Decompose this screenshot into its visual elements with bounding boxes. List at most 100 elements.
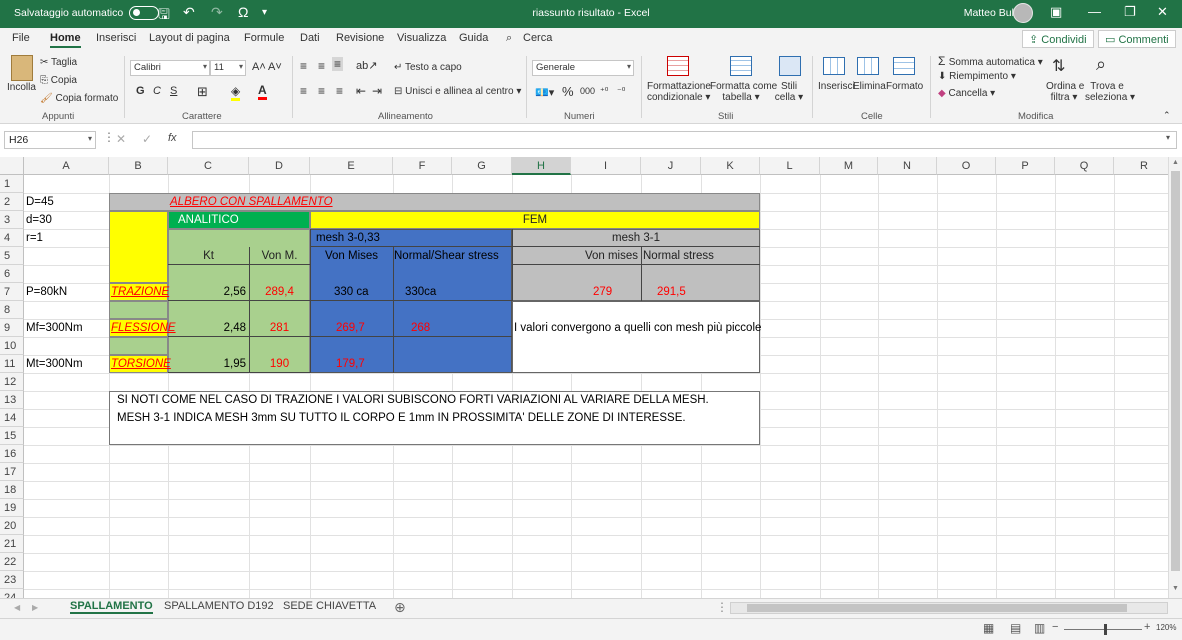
tab-file[interactable]: File <box>12 32 30 44</box>
undo-icon[interactable]: ↶ <box>183 4 195 21</box>
cell-d7[interactable]: 289,4 <box>249 283 310 301</box>
column-header-o[interactable]: O <box>937 157 996 175</box>
row-header-12[interactable]: 12 <box>0 373 24 391</box>
zoom-in-icon[interactable]: + <box>1144 621 1150 633</box>
column-header-c[interactable]: C <box>168 157 249 175</box>
decrease-indent-icon[interactable]: ⇤ <box>356 84 366 98</box>
next-sheet-icon[interactable]: ▶ <box>32 603 38 612</box>
vertical-scrollbar[interactable]: ▲ ▼ <box>1168 157 1182 598</box>
italic-button[interactable]: C <box>153 85 161 97</box>
row-header-5[interactable]: 5 <box>0 247 24 265</box>
row-header-18[interactable]: 18 <box>0 481 24 499</box>
cell-b7[interactable]: TRAZIONE <box>111 283 169 301</box>
save-icon[interactable]: 🖫 <box>158 4 170 28</box>
cell-b11[interactable]: TORSIONE <box>111 355 171 373</box>
cell-d9[interactable]: 281 <box>249 319 310 337</box>
cell-j7[interactable]: 291,5 <box>657 283 686 301</box>
row-header-3[interactable]: 3 <box>0 211 24 229</box>
bold-button[interactable]: G <box>136 85 145 97</box>
cell-a4[interactable]: r=1 <box>26 229 43 247</box>
sort-filter-icon[interactable]: ⇅ <box>1052 56 1065 76</box>
conditional-format-icon[interactable] <box>667 56 689 76</box>
horizontal-scroll-thumb[interactable] <box>747 604 1127 612</box>
search-icon[interactable]: ⌕ <box>506 32 512 45</box>
align-bottom-icon[interactable]: ≡ <box>332 57 344 71</box>
sort-filter-button[interactable]: Ordina e filtra ▾ <box>1046 81 1084 103</box>
autosum-button[interactable]: Σ Somma automatica ▾ <box>938 54 1043 68</box>
cell-i4[interactable]: mesh 3-1 <box>512 229 760 247</box>
select-all-corner[interactable] <box>0 157 24 175</box>
row-header-16[interactable]: 16 <box>0 445 24 463</box>
fill-color-icon[interactable]: ◈ <box>231 84 241 101</box>
percent-button[interactable]: % <box>562 84 574 99</box>
name-box-dropdown-icon[interactable]: ▾ <box>88 134 92 143</box>
avatar[interactable] <box>1013 3 1033 23</box>
insert-function-icon[interactable]: fx <box>168 132 177 144</box>
align-right-icon[interactable]: ≡ <box>336 84 343 98</box>
row-header-9[interactable]: 9 <box>0 319 24 337</box>
number-format-select[interactable]: Generale <box>532 60 634 76</box>
align-center-icon[interactable]: ≡ <box>318 84 325 98</box>
cell-styles-button[interactable]: Stili cella ▾ <box>774 81 804 103</box>
cell-b9[interactable]: FLESSIONE <box>111 319 176 337</box>
decrease-decimal-icon[interactable]: ⁻⁰ <box>617 86 625 97</box>
row-header-4[interactable]: 4 <box>0 229 24 247</box>
row-header-7[interactable]: 7 <box>0 283 24 301</box>
font-name-select[interactable]: Calibri <box>130 60 210 76</box>
row-header-24[interactable]: 24 <box>0 589 24 598</box>
column-header-h[interactable]: H <box>512 157 571 175</box>
minimize-icon[interactable]: — <box>1088 4 1101 19</box>
row-header-20[interactable]: 20 <box>0 517 24 535</box>
column-header-a[interactable]: A <box>24 157 109 175</box>
cell-h9[interactable]: I valori convergono a quelli con mesh pi… <box>514 319 761 337</box>
row-header-6[interactable]: 6 <box>0 265 24 283</box>
borders-icon[interactable]: ⊞ <box>197 84 208 100</box>
cancel-entry-icon[interactable]: ✕ <box>116 132 126 146</box>
cell-c11[interactable]: 1,95 <box>168 355 246 373</box>
cell-d5[interactable]: Von M. <box>249 247 310 265</box>
row-header-17[interactable]: 17 <box>0 463 24 481</box>
column-header-m[interactable]: M <box>820 157 878 175</box>
cell-a11[interactable]: Mt=300Nm <box>26 355 83 373</box>
cell-b13[interactable]: SI NOTI COME NEL CASO DI TRAZIONE I VALO… <box>117 391 709 409</box>
cell-i7[interactable]: 279 <box>593 283 612 301</box>
search-box[interactable]: Cerca <box>523 32 552 44</box>
redo-icon[interactable]: ↷ <box>211 4 223 21</box>
row-header-10[interactable]: 10 <box>0 337 24 355</box>
tab-data[interactable]: Dati <box>300 32 320 44</box>
ribbon-display-icon[interactable]: ▣ <box>1050 4 1062 20</box>
format-cells-button[interactable]: Formato <box>886 81 923 92</box>
zoom-level[interactable]: 120% <box>1156 623 1176 632</box>
collapse-ribbon-icon[interactable]: ⌃ <box>1163 110 1171 121</box>
cell-c2[interactable]: ALBERO CON SPALLAMENTO <box>170 193 333 211</box>
cell-i5[interactable]: Von mises <box>571 247 638 265</box>
cell-styles-icon[interactable] <box>779 56 801 76</box>
underline-button[interactable]: S <box>170 85 177 97</box>
horizontal-scrollbar[interactable] <box>730 602 1168 614</box>
cut-button[interactable]: ✂ Taglia <box>40 57 77 68</box>
cell-a9[interactable]: Mf=300Nm <box>26 319 83 337</box>
cell-c7[interactable]: 2,56 <box>168 283 246 301</box>
confirm-entry-icon[interactable]: ✓ <box>142 132 152 146</box>
cell-j5[interactable]: Normal stress <box>643 247 714 265</box>
customize-toolbar-icon[interactable]: ▾ <box>262 7 267 18</box>
cell-d11[interactable]: 190 <box>249 355 310 373</box>
column-header-f[interactable]: F <box>393 157 452 175</box>
tab-home[interactable]: Home <box>50 32 81 48</box>
cell-e5[interactable]: Von Mises <box>310 247 393 265</box>
increase-decimal-icon[interactable]: ⁺⁰ <box>600 86 608 97</box>
font-color-icon[interactable]: A <box>258 83 267 100</box>
column-header-n[interactable]: N <box>878 157 937 175</box>
expand-formula-icon[interactable]: ▾ <box>1166 133 1170 142</box>
row-header-14[interactable]: 14 <box>0 409 24 427</box>
cell-a2[interactable]: D=45 <box>26 193 54 211</box>
cell-f9[interactable]: 268 <box>411 319 430 337</box>
cell-e7[interactable]: 330 ca <box>334 283 369 301</box>
thousands-button[interactable]: 000 <box>580 86 595 96</box>
conditional-format-button[interactable]: Formattazione condizionale ▾ <box>647 81 711 103</box>
symbol-icon[interactable]: Ω <box>238 4 248 20</box>
zoom-out-icon[interactable]: − <box>1052 621 1058 633</box>
page-break-view-icon[interactable]: ▥ <box>1034 621 1045 635</box>
cell-b14[interactable]: MESH 3-1 INDICA MESH 3mm SU TUTTO IL COR… <box>117 409 686 427</box>
cell-f5[interactable]: Normal/Shear stress <box>394 247 499 265</box>
